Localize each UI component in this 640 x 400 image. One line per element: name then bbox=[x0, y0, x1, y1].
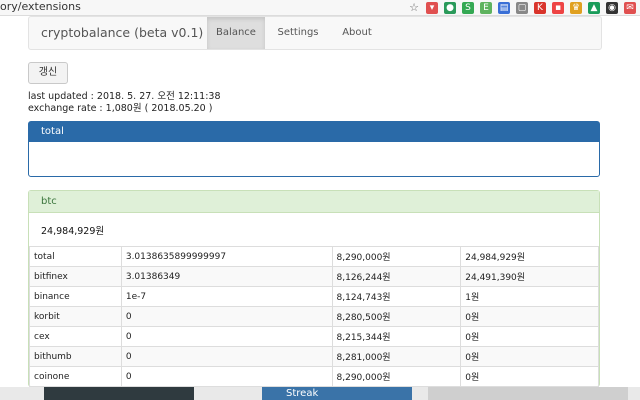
price-cell: 8,126,244원 bbox=[331, 266, 462, 287]
value-cell: 24,491,390원 bbox=[460, 266, 599, 287]
app-brand: cryptobalance (beta v0.1) bbox=[41, 25, 204, 40]
value-cell: 0원 bbox=[460, 326, 599, 347]
value-cell: 1원 bbox=[460, 286, 599, 307]
background-tile-gray bbox=[428, 387, 628, 400]
exchange-name-cell: bitfinex bbox=[29, 266, 122, 287]
background-tile-dark bbox=[44, 387, 194, 400]
tab-settings[interactable]: Settings bbox=[269, 17, 327, 49]
tab-about[interactable]: About bbox=[329, 17, 385, 49]
evernote-icon[interactable]: E bbox=[480, 1, 492, 14]
mail-icon[interactable]: ✉ bbox=[624, 1, 636, 14]
address-bar-text[interactable]: ory/extensions bbox=[0, 0, 81, 14]
refresh-button[interactable]: 갱신 bbox=[28, 62, 68, 84]
btc-balance-table: total 3.0138635899999997 8,290,000원 24,984,… bbox=[29, 246, 599, 387]
streak-label: Streak bbox=[286, 388, 319, 399]
pocket-icon[interactable]: ▾ bbox=[426, 1, 438, 14]
star-icon[interactable]: ☆ bbox=[408, 1, 420, 14]
exchange-name-cell: bithumb bbox=[29, 346, 122, 367]
red-block-icon[interactable]: ▪ bbox=[552, 1, 564, 14]
crown-icon[interactable]: ♛ bbox=[570, 1, 582, 14]
exchange-name-cell: binance bbox=[29, 286, 122, 307]
chat-icon[interactable]: ● bbox=[444, 1, 456, 14]
amount-cell: 0 bbox=[120, 326, 333, 347]
price-cell: 8,215,344원 bbox=[331, 326, 462, 347]
price-cell: 8,281,000원 bbox=[331, 346, 462, 367]
exchange-name-cell: cex bbox=[29, 326, 122, 347]
k-icon[interactable]: K bbox=[534, 1, 546, 14]
price-cell: 8,124,743원 bbox=[331, 286, 462, 307]
price-cell: 8,290,000원 bbox=[331, 366, 462, 387]
exchange-rate-text: exchange rate : 1,080원 ( 2018.05.20 ) bbox=[28, 103, 213, 114]
amount-cell: 3.0138635899999997 bbox=[120, 246, 333, 267]
price-cell: 8,290,000원 bbox=[331, 246, 462, 267]
background-tile-streak: Streak bbox=[262, 387, 412, 400]
btc-panel: btc 24,984,929원 total 3.0138635899999997 8… bbox=[28, 190, 600, 387]
total-panel: total bbox=[28, 121, 600, 177]
extension-icon[interactable]: S bbox=[462, 1, 474, 14]
amount-cell: 0 bbox=[120, 346, 333, 367]
table-row: korbit 0 8,280,500원 0원 bbox=[29, 306, 599, 327]
doc-icon[interactable]: ▤ bbox=[498, 1, 510, 14]
btc-total-value: 24,984,929원 bbox=[41, 226, 105, 237]
amount-cell: 0 bbox=[120, 306, 333, 327]
exchange-name-cell: coinone bbox=[29, 366, 122, 387]
value-cell: 24,984,929원 bbox=[460, 246, 599, 267]
price-cell: 8,280,500원 bbox=[331, 306, 462, 327]
outline-icon[interactable]: ▢ bbox=[516, 1, 528, 14]
amount-cell: 0 bbox=[120, 366, 333, 387]
table-row: cex 0 8,215,344원 0원 bbox=[29, 326, 599, 347]
table-row: binance 1e-7 8,124,743원 1원 bbox=[29, 286, 599, 307]
exchange-name-cell: korbit bbox=[29, 306, 122, 327]
table-row: coinone 0 8,290,000원 0원 bbox=[29, 366, 599, 387]
table-row: bitfinex 3.01386349 8,126,244원 24,491,390원 bbox=[29, 266, 599, 287]
browser-toolbar: ory/extensions ☆ ▾ ● S E ▤ ▢ K ▪ ♛ ▲ ◉ ✉ bbox=[0, 0, 640, 16]
table-row: total 3.0138635899999997 8,290,000원 24,984,… bbox=[29, 246, 599, 267]
table-row: bithumb 0 8,281,000원 0원 bbox=[29, 346, 599, 367]
navbar: cryptobalance (beta v0.1) Balance Settin… bbox=[28, 16, 602, 50]
drive-icon[interactable]: ▲ bbox=[588, 1, 600, 14]
total-panel-heading: total bbox=[29, 122, 599, 142]
github-icon[interactable]: ◉ bbox=[606, 1, 618, 14]
value-cell: 0원 bbox=[460, 346, 599, 367]
extension-icons: ☆ ▾ ● S E ▤ ▢ K ▪ ♛ ▲ ◉ ✉ bbox=[408, 1, 636, 14]
btc-panel-heading: btc bbox=[29, 191, 599, 213]
amount-cell: 1e-7 bbox=[120, 286, 333, 307]
value-cell: 0원 bbox=[460, 366, 599, 387]
amount-cell: 3.01386349 bbox=[120, 266, 333, 287]
exchange-name-cell: total bbox=[29, 246, 122, 267]
tab-balance[interactable]: Balance bbox=[207, 17, 265, 49]
value-cell: 0원 bbox=[460, 306, 599, 327]
